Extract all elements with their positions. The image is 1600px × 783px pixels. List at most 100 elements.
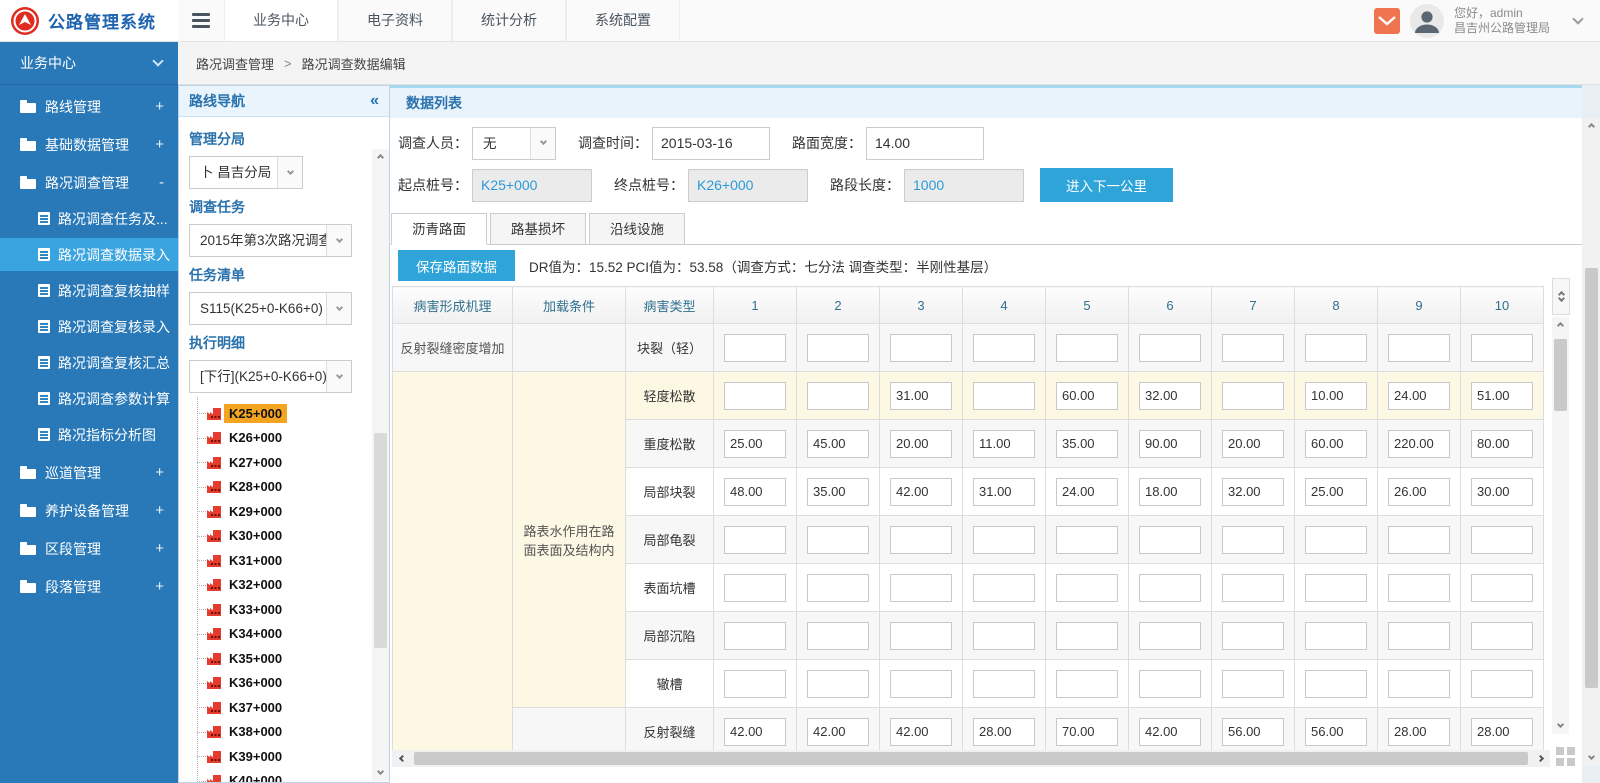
tab-roadbed-damage[interactable]: 路基损坏 bbox=[490, 213, 586, 245]
damage-value-input[interactable] bbox=[1222, 622, 1284, 650]
station-item[interactable]: K31+000 bbox=[197, 548, 389, 573]
column-scroll-buttons[interactable] bbox=[1552, 278, 1570, 315]
damage-value-input[interactable] bbox=[1222, 718, 1284, 746]
table-horizontal-scrollbar[interactable] bbox=[392, 750, 1550, 767]
damage-value-input[interactable] bbox=[1056, 430, 1118, 458]
station-item[interactable]: K28+000 bbox=[197, 475, 389, 500]
surveyor-select[interactable]: 无 bbox=[472, 127, 556, 160]
scroll-down-icon[interactable] bbox=[1552, 717, 1569, 734]
next-kilometer-button[interactable]: 进入下一公里 bbox=[1040, 168, 1173, 202]
damage-value-input[interactable] bbox=[1305, 382, 1367, 410]
sidebar-sub-survey-data-entry[interactable]: 路况调查数据录入 bbox=[0, 238, 178, 271]
damage-value-input[interactable] bbox=[1388, 478, 1450, 506]
damage-value-input[interactable] bbox=[807, 430, 869, 458]
scrollbar-thumb[interactable] bbox=[1585, 268, 1598, 688]
damage-value-input[interactable] bbox=[890, 670, 952, 698]
damage-value-input[interactable] bbox=[973, 526, 1035, 554]
damage-value-input[interactable] bbox=[724, 430, 786, 458]
scroll-right-icon[interactable] bbox=[1530, 750, 1550, 767]
damage-value-input[interactable] bbox=[1139, 478, 1201, 506]
sidebar-item-base-data-mgmt[interactable]: 基础数据管理 + bbox=[0, 128, 178, 161]
damage-value-input[interactable] bbox=[1056, 334, 1118, 362]
damage-value-input[interactable] bbox=[807, 478, 869, 506]
sidebar-item-route-mgmt[interactable]: 路线管理 + bbox=[0, 90, 178, 123]
sidebar-sub-review-entry[interactable]: 路况调查复核录入 bbox=[0, 310, 178, 343]
survey-time-input[interactable] bbox=[652, 127, 770, 160]
station-item[interactable]: K37+000 bbox=[197, 695, 389, 720]
nav-item-system-config[interactable]: 系统配置 bbox=[566, 0, 680, 41]
survey-task-select[interactable]: 2015年第3次路况调查 bbox=[189, 224, 352, 257]
damage-value-input[interactable] bbox=[1222, 334, 1284, 362]
damage-value-input[interactable] bbox=[807, 574, 869, 602]
sidebar-item-road-survey-mgmt[interactable]: 路况调查管理 - bbox=[0, 166, 178, 199]
damage-value-input[interactable] bbox=[890, 718, 952, 746]
mail-icon[interactable] bbox=[1374, 8, 1400, 34]
damage-value-input[interactable] bbox=[1139, 334, 1201, 362]
damage-value-input[interactable] bbox=[1139, 430, 1201, 458]
nav-item-business-center[interactable]: 业务中心 bbox=[224, 0, 338, 41]
dropdown-chevron-icon[interactable] bbox=[326, 225, 351, 256]
damage-value-input[interactable] bbox=[1471, 718, 1533, 746]
damage-value-input[interactable] bbox=[1305, 622, 1367, 650]
damage-value-input[interactable] bbox=[1388, 430, 1450, 458]
task-list-select[interactable]: S115(K25+0-K66+0) bbox=[189, 292, 352, 325]
station-item[interactable]: K27+000 bbox=[197, 450, 389, 475]
damage-value-input[interactable] bbox=[973, 670, 1035, 698]
damage-value-input[interactable] bbox=[724, 526, 786, 554]
damage-value-input[interactable] bbox=[1139, 382, 1201, 410]
damage-value-input[interactable] bbox=[1056, 670, 1118, 698]
damage-value-input[interactable] bbox=[1305, 718, 1367, 746]
damage-value-input[interactable] bbox=[973, 718, 1035, 746]
scroll-down-icon[interactable] bbox=[372, 764, 389, 781]
dropdown-chevron-icon[interactable] bbox=[326, 361, 351, 392]
damage-value-input[interactable] bbox=[724, 574, 786, 602]
dropdown-chevron-icon[interactable] bbox=[277, 157, 302, 188]
station-item[interactable]: K34+000 bbox=[197, 622, 389, 647]
damage-value-input[interactable] bbox=[890, 478, 952, 506]
branch-office-select[interactable]: 卜 昌吉分局 bbox=[189, 156, 303, 189]
page-vertical-scrollbar[interactable] bbox=[1583, 118, 1600, 766]
damage-value-input[interactable] bbox=[1222, 478, 1284, 506]
sidebar-sub-indicator-chart[interactable]: 路况指标分析图 bbox=[0, 418, 178, 451]
route-nav-scrollbar[interactable] bbox=[372, 149, 389, 781]
scrollbar-track[interactable] bbox=[1552, 317, 1569, 734]
panel-collapse-icon[interactable]: « bbox=[370, 92, 379, 110]
sidebar-item-section-mgmt[interactable]: 区段管理 + bbox=[0, 532, 178, 565]
sidebar-sub-review-sampling[interactable]: 路况调查复核抽样 bbox=[0, 274, 178, 307]
station-item[interactable]: K32+000 bbox=[197, 573, 389, 598]
damage-value-input[interactable] bbox=[1305, 334, 1367, 362]
scrollbar-thumb[interactable] bbox=[414, 752, 1528, 765]
damage-value-input[interactable] bbox=[1305, 670, 1367, 698]
damage-value-input[interactable] bbox=[890, 622, 952, 650]
damage-value-input[interactable] bbox=[724, 382, 786, 410]
station-item[interactable]: K38+000 bbox=[197, 720, 389, 745]
damage-value-input[interactable] bbox=[1056, 478, 1118, 506]
damage-value-input[interactable] bbox=[724, 718, 786, 746]
breadcrumb-parent[interactable]: 路况调查管理 bbox=[196, 54, 274, 73]
scrollbar-thumb[interactable] bbox=[374, 433, 387, 648]
scroll-left-icon[interactable] bbox=[392, 750, 412, 767]
damage-value-input[interactable] bbox=[1471, 670, 1533, 698]
damage-value-input[interactable] bbox=[1222, 574, 1284, 602]
scroll-down-icon[interactable] bbox=[1583, 749, 1600, 766]
damage-value-input[interactable] bbox=[807, 718, 869, 746]
damage-value-input[interactable] bbox=[973, 334, 1035, 362]
scrollbar-thumb[interactable] bbox=[1554, 339, 1567, 411]
station-item[interactable]: K33+000 bbox=[197, 597, 389, 622]
station-item[interactable]: K35+000 bbox=[197, 646, 389, 671]
damage-value-input[interactable] bbox=[1388, 574, 1450, 602]
station-item[interactable]: K29+000 bbox=[197, 499, 389, 524]
damage-value-input[interactable] bbox=[973, 574, 1035, 602]
damage-value-input[interactable] bbox=[1388, 382, 1450, 410]
damage-value-input[interactable] bbox=[1388, 334, 1450, 362]
damage-value-input[interactable] bbox=[1388, 718, 1450, 746]
damage-value-input[interactable] bbox=[1056, 526, 1118, 554]
avatar[interactable] bbox=[1410, 4, 1444, 38]
road-width-input[interactable] bbox=[866, 127, 984, 160]
damage-value-input[interactable] bbox=[1305, 526, 1367, 554]
damage-value-input[interactable] bbox=[724, 622, 786, 650]
station-item[interactable]: K25+000 bbox=[197, 401, 389, 426]
damage-value-input[interactable] bbox=[1471, 430, 1533, 458]
damage-value-input[interactable] bbox=[1471, 334, 1533, 362]
damage-value-input[interactable] bbox=[1139, 622, 1201, 650]
